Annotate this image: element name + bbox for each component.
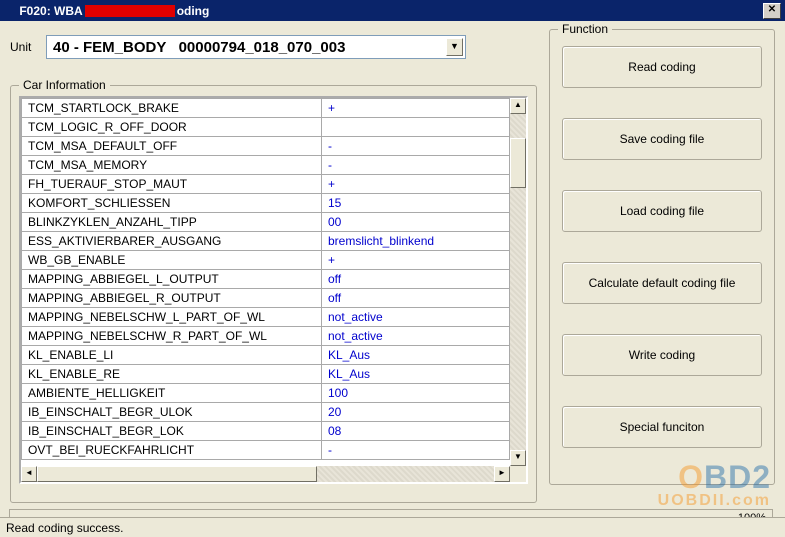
param-name-cell: IB_EINSCHALT_BEGR_LOK bbox=[22, 422, 322, 441]
scroll-down-icon[interactable]: ▼ bbox=[510, 450, 526, 466]
title-redacted bbox=[85, 5, 175, 17]
param-value-cell: + bbox=[322, 99, 510, 118]
statusbar: Read coding success. bbox=[0, 517, 785, 537]
vertical-scrollbar[interactable]: ▲ ▼ bbox=[510, 98, 526, 466]
v-scroll-thumb[interactable] bbox=[510, 138, 526, 188]
unit-label: Unit bbox=[10, 40, 38, 54]
table-row[interactable]: IB_EINSCHALT_BEGR_ULOK20 bbox=[22, 403, 510, 422]
param-value-cell: + bbox=[322, 175, 510, 194]
write-coding-button[interactable]: Write coding bbox=[562, 334, 762, 376]
param-value-cell: - bbox=[322, 156, 510, 175]
scroll-right-icon[interactable]: ► bbox=[494, 466, 510, 482]
param-name-cell: TCM_MSA_MEMORY bbox=[22, 156, 322, 175]
load-coding-file-button[interactable]: Load coding file bbox=[562, 190, 762, 232]
param-name-cell: FH_TUERAUF_STOP_MAUT bbox=[22, 175, 322, 194]
scroll-left-icon[interactable]: ◄ bbox=[21, 466, 37, 482]
table-row[interactable]: MAPPING_ABBIEGEL_R_OUTPUToff bbox=[22, 289, 510, 308]
param-name-cell: KOMFORT_SCHLIESSEN bbox=[22, 194, 322, 213]
table-row[interactable]: AMBIENTE_HELLIGKEIT100 bbox=[22, 384, 510, 403]
parameter-grid: TCM_STARTLOCK_BRAKE+TCM_LOGIC_R_OFF_DOOR… bbox=[19, 96, 528, 484]
table-row[interactable]: MAPPING_NEBELSCHW_R_PART_OF_WLnot_active bbox=[22, 327, 510, 346]
param-name-cell: MAPPING_NEBELSCHW_L_PART_OF_WL bbox=[22, 308, 322, 327]
table-row[interactable]: WB_GB_ENABLE+ bbox=[22, 251, 510, 270]
param-name-cell: KL_ENABLE_RE bbox=[22, 365, 322, 384]
param-value-cell: - bbox=[322, 441, 510, 460]
param-name-cell: BLINKZYKLEN_ANZAHL_TIPP bbox=[22, 213, 322, 232]
param-value-cell: not_active bbox=[322, 327, 510, 346]
table-row[interactable]: IB_EINSCHALT_BEGR_LOK08 bbox=[22, 422, 510, 441]
param-name-cell: OVT_BEI_RUECKFAHRLICHT bbox=[22, 441, 322, 460]
table-row[interactable]: MAPPING_NEBELSCHW_L_PART_OF_WLnot_active bbox=[22, 308, 510, 327]
h-scroll-thumb[interactable] bbox=[37, 466, 317, 482]
param-name-cell: TCM_STARTLOCK_BRAKE bbox=[22, 99, 322, 118]
chevron-down-icon[interactable]: ▼ bbox=[446, 38, 463, 56]
param-value-cell: KL_Aus bbox=[322, 346, 510, 365]
param-value-cell: - bbox=[322, 137, 510, 156]
table-row[interactable]: FH_TUERAUF_STOP_MAUT+ bbox=[22, 175, 510, 194]
param-value-cell: bremslicht_blinkend bbox=[322, 232, 510, 251]
param-value-cell: not_active bbox=[322, 308, 510, 327]
param-name-cell: MAPPING_ABBIEGEL_L_OUTPUT bbox=[22, 270, 322, 289]
param-value-cell: 08 bbox=[322, 422, 510, 441]
window-buttons: ✕ bbox=[763, 3, 781, 19]
save-coding-file-button[interactable]: Save coding file bbox=[562, 118, 762, 160]
table-row[interactable]: KOMFORT_SCHLIESSEN15 bbox=[22, 194, 510, 213]
close-button[interactable]: ✕ bbox=[763, 3, 781, 19]
table-row[interactable]: ESS_AKTIVIERBARER_AUSGANGbremslicht_blin… bbox=[22, 232, 510, 251]
v-scroll-track[interactable] bbox=[510, 114, 526, 450]
param-name-cell: MAPPING_ABBIEGEL_R_OUTPUT bbox=[22, 289, 322, 308]
param-value-cell: KL_Aus bbox=[322, 365, 510, 384]
titlebar: F020: WBAoding ✕ bbox=[0, 0, 785, 21]
param-name-cell: KL_ENABLE_LI bbox=[22, 346, 322, 365]
grid-viewport: TCM_STARTLOCK_BRAKE+TCM_LOGIC_R_OFF_DOOR… bbox=[21, 98, 510, 466]
param-name-cell: AMBIENTE_HELLIGKEIT bbox=[22, 384, 322, 403]
horizontal-scrollbar[interactable]: ◄ ► bbox=[21, 466, 510, 482]
table-row[interactable]: TCM_MSA_DEFAULT_OFF- bbox=[22, 137, 510, 156]
param-value-cell: 20 bbox=[322, 403, 510, 422]
status-text: Read coding success. bbox=[6, 521, 123, 535]
table-row[interactable]: BLINKZYKLEN_ANZAHL_TIPP00 bbox=[22, 213, 510, 232]
car-information-title: Car Information bbox=[19, 78, 110, 92]
table-row[interactable]: TCM_MSA_MEMORY- bbox=[22, 156, 510, 175]
param-name-cell: IB_EINSCHALT_BEGR_ULOK bbox=[22, 403, 322, 422]
param-name-cell: WB_GB_ENABLE bbox=[22, 251, 322, 270]
param-value-cell: off bbox=[322, 289, 510, 308]
param-value-cell bbox=[322, 118, 510, 137]
h-scroll-track[interactable] bbox=[37, 466, 494, 482]
scroll-corner bbox=[510, 466, 526, 482]
param-value-cell: 100 bbox=[322, 384, 510, 403]
special-function-button[interactable]: Special funciton bbox=[562, 406, 762, 448]
unit-selected-text: 40 - FEM_BODY 00000794_018_070_003 bbox=[53, 39, 345, 56]
scroll-up-icon[interactable]: ▲ bbox=[510, 98, 526, 114]
param-name-cell: TCM_LOGIC_R_OFF_DOOR bbox=[22, 118, 322, 137]
param-value-cell: 00 bbox=[322, 213, 510, 232]
table-row[interactable]: MAPPING_ABBIEGEL_L_OUTPUToff bbox=[22, 270, 510, 289]
table-row[interactable]: KL_ENABLE_REKL_Aus bbox=[22, 365, 510, 384]
car-information-group: Car Information TCM_STARTLOCK_BRAKE+TCM_… bbox=[10, 85, 537, 503]
calculate-default-button[interactable]: Calculate default coding file bbox=[562, 262, 762, 304]
param-value-cell: off bbox=[322, 270, 510, 289]
read-coding-button[interactable]: Read coding bbox=[562, 46, 762, 88]
unit-select[interactable]: 40 - FEM_BODY 00000794_018_070_003 ▼ bbox=[46, 35, 466, 59]
param-value-cell: + bbox=[322, 251, 510, 270]
param-name-cell: ESS_AKTIVIERBARER_AUSGANG bbox=[22, 232, 322, 251]
table-row[interactable]: TCM_STARTLOCK_BRAKE+ bbox=[22, 99, 510, 118]
table-row[interactable]: TCM_LOGIC_R_OFF_DOOR bbox=[22, 118, 510, 137]
param-value-cell: 15 bbox=[322, 194, 510, 213]
function-group: Function Read coding Save coding file Lo… bbox=[549, 29, 775, 485]
table-row[interactable]: OVT_BEI_RUECKFAHRLICHT- bbox=[22, 441, 510, 460]
param-name-cell: MAPPING_NEBELSCHW_R_PART_OF_WL bbox=[22, 327, 322, 346]
param-name-cell: TCM_MSA_DEFAULT_OFF bbox=[22, 137, 322, 156]
function-group-title: Function bbox=[558, 22, 612, 36]
table-row[interactable]: KL_ENABLE_LIKL_Aus bbox=[22, 346, 510, 365]
